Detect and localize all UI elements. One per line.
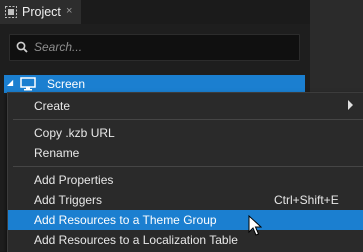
- project-icon: [5, 6, 17, 18]
- menu-item-label: Copy .kzb URL: [34, 126, 115, 140]
- tab-project[interactable]: Project ×: [0, 0, 81, 24]
- menu-item-rename[interactable]: Rename: [8, 143, 363, 163]
- menu-item-label: Add Properties: [34, 173, 114, 187]
- tab-bar: Project ×: [0, 0, 310, 24]
- close-icon[interactable]: ×: [66, 5, 72, 17]
- tab-project-label: Project: [22, 5, 61, 19]
- menu-item-add-triggers[interactable]: Add Triggers Ctrl+Shift+E: [8, 190, 363, 210]
- context-menu: Create Copy .kzb URL Rename Add Properti…: [7, 92, 363, 252]
- search-placeholder: Search...: [34, 40, 83, 54]
- menu-item-add-properties[interactable]: Add Properties: [8, 170, 363, 190]
- menu-item-add-resources-theme-group[interactable]: Add Resources to a Theme Group: [8, 210, 363, 230]
- menu-item-shortcut: Ctrl+Shift+E: [274, 193, 339, 207]
- menu-separator: [13, 166, 363, 167]
- menu-separator: [13, 119, 363, 120]
- menu-item-copy-kzb-url[interactable]: Copy .kzb URL: [8, 123, 363, 143]
- search-input[interactable]: Search...: [9, 34, 300, 61]
- menu-item-create[interactable]: Create: [8, 96, 363, 116]
- tree-item-label: Screen: [47, 77, 86, 91]
- menu-item-label: Create: [34, 99, 71, 113]
- tree-item-screen[interactable]: ◢ Screen: [4, 75, 305, 93]
- menu-item-label: Add Resources to a Localization Table: [34, 233, 238, 247]
- menu-item-add-resources-localization-table[interactable]: Add Resources to a Localization Table: [8, 230, 363, 250]
- menu-item-label: Rename: [34, 146, 80, 160]
- menu-item-label: Add Triggers: [34, 193, 103, 207]
- search-icon: [16, 41, 28, 53]
- submenu-arrow-icon: [348, 100, 353, 110]
- screen-icon: [20, 77, 36, 91]
- menu-item-label: Add Resources to a Theme Group: [34, 213, 217, 227]
- expand-arrow-icon[interactable]: ◢: [7, 78, 13, 87]
- mouse-cursor-icon: [248, 215, 262, 236]
